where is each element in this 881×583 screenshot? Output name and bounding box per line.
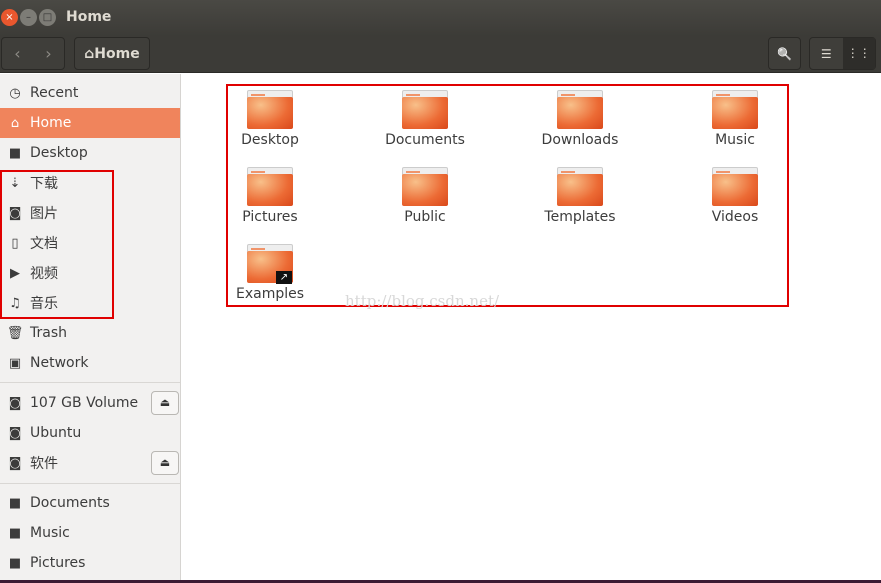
highlight-box-sidebar (0, 170, 114, 319)
close-button[interactable]: × (1, 9, 18, 26)
folder-label: Downloads (541, 132, 619, 148)
folder-item[interactable]: Templates (520, 167, 640, 225)
title-bar: × – □ Home (0, 0, 881, 36)
search-icon: 🔍 (777, 46, 792, 61)
sidebar-item-item-9[interactable]: ▣ Network (0, 348, 180, 378)
sidebar-item-label: Pictures (30, 555, 86, 571)
sidebar-item-item-8[interactable]: 🗑 Trash (0, 318, 180, 348)
divider (0, 382, 180, 383)
folder-label: Public (404, 209, 446, 225)
home-icon: ⌂ (84, 45, 95, 62)
folder-label: Music (715, 132, 755, 148)
folder-item[interactable]: Pictures (210, 167, 330, 225)
divider (0, 483, 180, 484)
sidebar-item-label: Desktop (30, 145, 88, 161)
toolbar: ‹ › ⌂ Home 🔍 ☰ ⋮⋮ (0, 36, 881, 73)
sidebar-item-bookmark-0[interactable]: ■ Documents (0, 488, 180, 518)
symlink-icon: ↗ (276, 271, 292, 284)
list-view-button[interactable]: ☰ (810, 47, 843, 61)
folder-item[interactable]: Desktop (210, 90, 330, 148)
maximize-button[interactable]: □ (39, 9, 56, 26)
eject-button[interactable]: ⏏ (151, 451, 179, 475)
sidebar: ◷ Recent ⌂ Home ■ Desktop ⇣ 下载 ◙ 图片 ▯ 文档 ▶ 视频 ♫ 音乐 🗑 Tras… (0, 74, 181, 580)
path-home-button[interactable]: ⌂ Home (74, 37, 150, 70)
folder-item[interactable]: Documents (365, 90, 485, 148)
folder-label: Videos (711, 209, 759, 225)
search-button[interactable]: 🔍 (768, 37, 801, 70)
folder-icon: ■ (8, 555, 22, 571)
home-icon: ⌂ (10, 115, 20, 131)
nav-buttons: ‹ › (1, 37, 65, 70)
folder-icon: ■ (8, 495, 22, 511)
sidebar-item-label: 软件 (30, 456, 58, 472)
folder-icon (557, 167, 603, 207)
folder-label: Pictures (242, 209, 298, 225)
window-title: Home (66, 9, 112, 25)
folder-label: Desktop (241, 132, 299, 148)
folder-item[interactable]: Public (365, 167, 485, 225)
clock-icon: ◷ (9, 85, 21, 101)
grid-view-button[interactable]: ⋮⋮ (842, 38, 875, 69)
eject-button[interactable]: ⏏ (151, 391, 179, 415)
folder-item[interactable]: Music (675, 90, 795, 148)
folder-icon (712, 167, 758, 207)
folder-label: Examples (235, 286, 305, 302)
drive-icon: ◙ (8, 425, 22, 441)
sidebar-item-label: Recent (30, 85, 79, 101)
folder-item[interactable]: ↗ Examples (210, 244, 330, 302)
trash-icon: 🗑 (6, 325, 24, 341)
folder-label: Documents (385, 132, 465, 148)
sidebar-item-item-0[interactable]: ◷ Recent (0, 78, 180, 108)
sidebar-item-label: Ubuntu (30, 425, 82, 441)
sidebar-item-device-1[interactable]: ◙ Ubuntu (0, 418, 180, 448)
drive-icon: ◙ (8, 395, 22, 411)
minimize-button[interactable]: – (20, 9, 37, 26)
folder-item[interactable]: Downloads (520, 90, 640, 148)
network-icon: ▣ (8, 355, 22, 371)
watermark: http://blog.csdn.net/ (345, 292, 500, 310)
folder-icon: ■ (8, 525, 22, 541)
folder-label: Templates (544, 209, 616, 225)
folder-icon (402, 167, 448, 207)
sidebar-item-label: Music (30, 525, 70, 541)
folder-icon (247, 167, 293, 207)
folder-icon: ■ (8, 145, 22, 161)
sidebar-item-label: Home (30, 115, 72, 131)
sidebar-item-label: Documents (30, 495, 110, 511)
folder-icon: ↗ (247, 244, 293, 284)
drive-icon: ◙ (8, 455, 22, 471)
forward-button[interactable]: › (33, 44, 64, 63)
sidebar-item-label: Network (30, 355, 89, 371)
sidebar-item-label: 107 GB Volume (30, 395, 139, 411)
sidebar-item-item-1[interactable]: ⌂ Home (0, 108, 180, 138)
folder-icon (557, 90, 603, 130)
sidebar-item-label: Trash (30, 325, 67, 341)
folder-item[interactable]: Videos (675, 167, 795, 225)
sidebar-item-bookmark-1[interactable]: ■ Music (0, 518, 180, 548)
path-label: Home (94, 45, 140, 62)
sidebar-item-item-2[interactable]: ■ Desktop (0, 138, 180, 168)
folder-icon (402, 90, 448, 130)
folder-icon (712, 90, 758, 130)
view-buttons: ☰ ⋮⋮ (809, 37, 876, 70)
back-button[interactable]: ‹ (2, 44, 33, 63)
sidebar-item-bookmark-2[interactable]: ■ Pictures (0, 548, 180, 578)
folder-icon (247, 90, 293, 130)
